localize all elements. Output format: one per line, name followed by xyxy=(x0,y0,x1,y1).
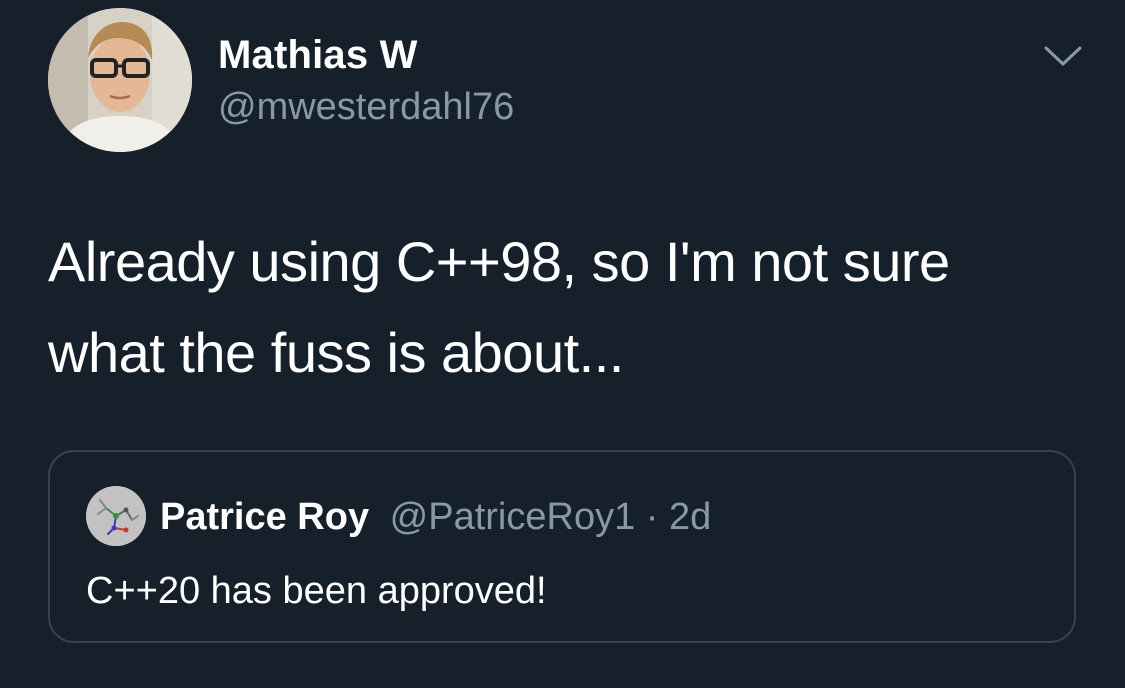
quoted-author-avatar[interactable] xyxy=(86,486,146,546)
quoted-tweet-header: Patrice Roy @PatriceRoy1 · 2d xyxy=(160,494,711,540)
quoted-tweet-text: C++20 has been approved! xyxy=(86,570,547,612)
author-name[interactable]: Mathias W xyxy=(218,33,418,78)
quoted-author-name[interactable]: Patrice Roy xyxy=(160,496,369,538)
tweet-text-line-1: Already using C++98, so I'm not sure xyxy=(48,230,950,293)
quoted-author-handle[interactable]: @PatriceRoy1 xyxy=(390,496,636,538)
person-photo-icon xyxy=(48,8,192,152)
quoted-tweet[interactable]: Patrice Roy @PatriceRoy1 · 2d C++20 has … xyxy=(48,450,1076,643)
tweet: Mathias W @mwesterdahl76 Already using C… xyxy=(0,0,1125,688)
chevron-down-icon[interactable] xyxy=(1040,36,1086,76)
molecule-icon xyxy=(86,486,146,546)
tweet-text: Already using C++98, so I'm not sure wha… xyxy=(48,216,1088,398)
tweet-text-line-2: what the fuss is about... xyxy=(48,321,624,384)
quoted-separator: · xyxy=(645,496,659,538)
quoted-timestamp[interactable]: 2d xyxy=(669,496,711,538)
author-avatar[interactable] xyxy=(48,8,192,152)
author-handle[interactable]: @mwesterdahl76 xyxy=(218,86,514,129)
